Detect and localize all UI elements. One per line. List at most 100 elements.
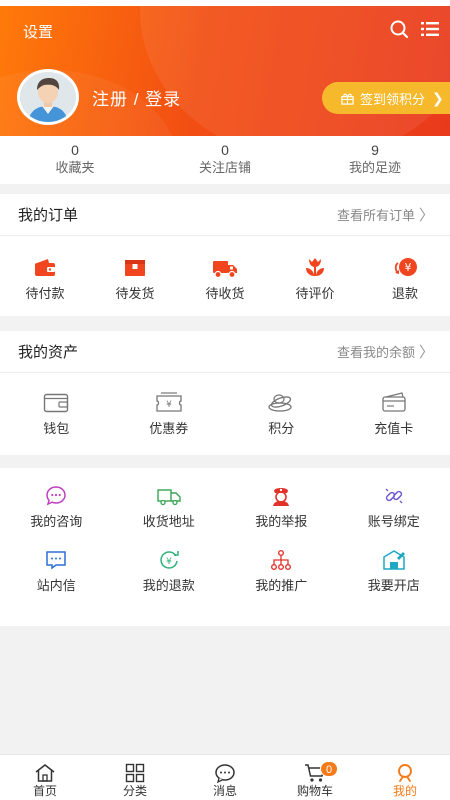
list-menu-icon[interactable] xyxy=(420,19,440,39)
stat-value: 0 xyxy=(221,142,229,158)
tab-category[interactable]: 分类 xyxy=(90,755,180,800)
share-tree-icon xyxy=(271,550,292,571)
flower-icon xyxy=(306,258,324,276)
delivery-truck-icon xyxy=(157,489,181,506)
stat-followed-shops[interactable]: 0 关注店铺 xyxy=(150,136,300,184)
message-bubble-icon xyxy=(215,764,235,783)
police-icon xyxy=(273,488,290,506)
view-all-orders-link[interactable]: 查看所有订单 〉 xyxy=(337,204,434,225)
coins-icon xyxy=(268,394,292,412)
order-pending-receipt[interactable]: 待收货 xyxy=(180,256,270,302)
stat-value: 0 xyxy=(71,142,79,158)
shop-icon xyxy=(383,550,405,570)
asset-points[interactable]: 积分 xyxy=(225,391,338,437)
cell-label: 待付款 xyxy=(25,286,65,301)
cell-label: 收货地址 xyxy=(142,514,195,529)
cell-label: 我的咨询 xyxy=(30,514,83,529)
service-report[interactable]: 我的举报 xyxy=(225,484,338,546)
link-label: 查看所有订单 xyxy=(336,208,415,223)
cell-label: 待发货 xyxy=(115,286,155,301)
truck-icon xyxy=(213,261,237,279)
chevron-right-icon: 〉 xyxy=(418,344,434,361)
asset-recharge-card[interactable]: 充值卡 xyxy=(338,391,450,437)
home-icon xyxy=(35,764,55,782)
user-avatar-icon xyxy=(20,72,76,122)
login-register-link[interactable]: 注册 / 登录 xyxy=(92,85,181,110)
signin-points-button[interactable]: 签到领积分 ❯ xyxy=(322,82,450,114)
cell-label: 优惠券 xyxy=(149,421,189,436)
chevron-right-icon: 〉 xyxy=(418,207,434,224)
service-site-message[interactable]: 站内信 xyxy=(0,548,113,624)
asset-coupon[interactable]: ¥ 优惠券 xyxy=(113,391,226,437)
status-bar xyxy=(0,0,450,6)
tab-label: 分类 xyxy=(122,784,147,798)
services-section: 我的咨询 收货地址 我的举报 账号绑定 站内信 ¥ 我的退款 我的推广 我要开店 xyxy=(0,468,450,626)
service-my-refund[interactable]: ¥ 我的退款 xyxy=(113,548,226,624)
svg-text:¥: ¥ xyxy=(405,261,412,274)
service-consult[interactable]: 我的咨询 xyxy=(0,484,113,546)
order-pending-payment[interactable]: 待付款 xyxy=(0,256,90,302)
tab-messages[interactable]: 消息 xyxy=(180,755,270,800)
stat-footprints[interactable]: 9 我的足迹 xyxy=(300,136,450,184)
orders-header: 我的订单 查看所有订单 〉 xyxy=(0,194,450,236)
grid-icon xyxy=(125,763,145,783)
svg-text:¥: ¥ xyxy=(166,557,172,567)
section-title: 我的订单 xyxy=(18,207,79,224)
tab-label: 消息 xyxy=(212,784,237,798)
tab-cart[interactable]: 0 购物车 xyxy=(270,755,360,800)
tab-home[interactable]: 首页 xyxy=(0,755,90,800)
profile-header: 设置 注册 / 登录 签到领积分 ❯ xyxy=(0,0,450,136)
order-pending-shipment[interactable]: 待发货 xyxy=(90,256,180,302)
card-icon xyxy=(382,392,406,412)
package-icon xyxy=(125,260,145,276)
refund-icon: ¥ xyxy=(394,258,417,276)
orders-section: 我的订单 查看所有订单 〉 待付款 待发货 待收货 待评价 ¥ 退款 xyxy=(0,194,450,316)
wallet-icon xyxy=(35,259,55,276)
chat-icon xyxy=(46,486,67,506)
search-icon[interactable] xyxy=(389,19,409,39)
cell-label: 待评价 xyxy=(295,286,335,301)
stat-label: 收藏夹 xyxy=(55,160,95,175)
settings-button[interactable]: 设置 xyxy=(23,21,53,42)
service-promotion[interactable]: 我的推广 xyxy=(225,548,338,624)
cell-label: 充值卡 xyxy=(374,421,414,436)
cell-label: 我的退款 xyxy=(142,578,195,593)
stat-label: 关注店铺 xyxy=(198,160,251,175)
bottom-tab-bar: 首页 分类 消息 0 购物车 我的 xyxy=(0,754,450,800)
profile-icon xyxy=(398,764,412,782)
cell-label: 退款 xyxy=(391,286,418,301)
cell-label: 我的举报 xyxy=(255,514,308,529)
service-address[interactable]: 收货地址 xyxy=(113,484,226,546)
assets-header: 我的资产 查看我的余额 〉 xyxy=(0,331,450,373)
signin-label: 签到领积分 xyxy=(360,91,426,107)
stat-label: 我的足迹 xyxy=(348,160,401,175)
service-open-shop[interactable]: 我要开店 xyxy=(338,548,450,624)
chevron-right-icon: ❯ xyxy=(432,89,444,106)
view-balance-link[interactable]: 查看我的余额 〉 xyxy=(337,341,434,362)
tab-label: 首页 xyxy=(32,784,57,798)
assets-section: 我的资产 查看我的余额 〉 钱包 ¥ 优惠券 积分 充值卡 xyxy=(0,331,450,455)
cell-label: 积分 xyxy=(268,421,295,436)
stats-bar: 0 收藏夹 0 关注店铺 9 我的足迹 xyxy=(0,136,450,184)
tab-label: 我的 xyxy=(392,784,417,798)
yuan-refund-icon: ¥ xyxy=(160,551,179,569)
link-icon xyxy=(385,488,403,504)
cell-label: 钱包 xyxy=(43,421,70,436)
cart-badge: 0 xyxy=(320,761,338,777)
cell-label: 我的推广 xyxy=(255,578,308,593)
order-refund[interactable]: ¥ 退款 xyxy=(360,256,450,302)
stat-value: 9 xyxy=(371,142,379,158)
cell-label: 账号绑定 xyxy=(367,514,420,529)
order-pending-review[interactable]: 待评价 xyxy=(270,256,360,302)
stat-favorites[interactable]: 0 收藏夹 xyxy=(0,136,150,184)
wallet-outline-icon xyxy=(44,393,69,413)
gift-icon xyxy=(341,93,354,105)
message-icon xyxy=(46,551,66,570)
asset-wallet[interactable]: 钱包 xyxy=(0,391,113,437)
avatar[interactable] xyxy=(17,69,79,125)
section-title: 我的资产 xyxy=(18,344,79,361)
service-account-binding[interactable]: 账号绑定 xyxy=(338,484,450,546)
link-label: 查看我的余额 xyxy=(336,345,415,360)
tab-profile[interactable]: 我的 xyxy=(360,755,450,800)
svg-text:¥: ¥ xyxy=(166,400,172,410)
